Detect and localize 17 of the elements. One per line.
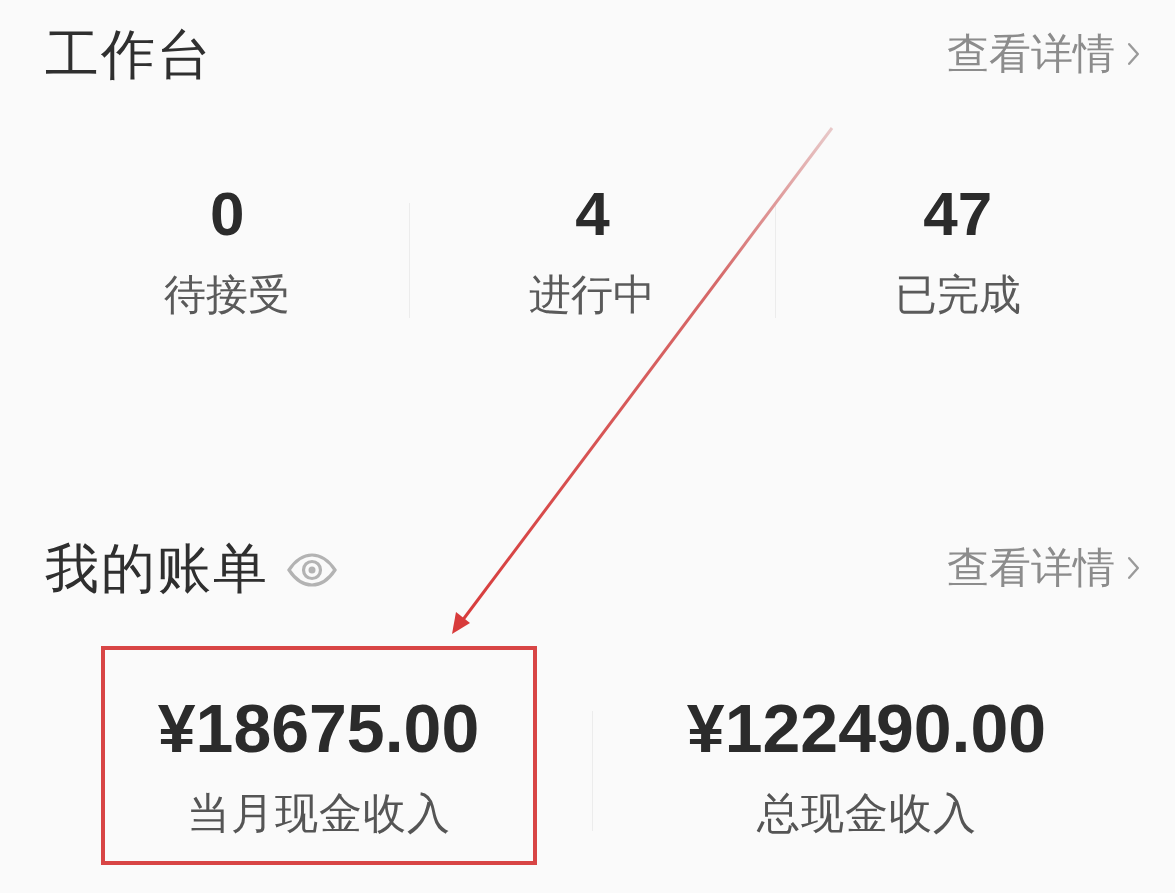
chevron-right-icon: [1127, 556, 1140, 581]
amount-label: 当月现金收入: [186, 792, 451, 836]
amount-value: ¥122490.00: [686, 694, 1047, 763]
section-title: 我的账单: [45, 539, 269, 597]
stat-value: 0: [209, 183, 245, 246]
stat-label: 已完成: [894, 273, 1021, 318]
stat-value: 47: [923, 183, 993, 246]
stat-label: 待接受: [164, 273, 291, 318]
chevron-right-icon: [1127, 42, 1140, 67]
section-title: 工作台: [45, 26, 213, 83]
view-details-link[interactable]: 查看详情: [947, 544, 1140, 592]
amount-label: 总现金收入: [756, 792, 977, 836]
view-details-link[interactable]: 查看详情: [947, 31, 1140, 78]
stat-value: 4: [575, 183, 610, 246]
stat-label: 进行中: [529, 273, 656, 318]
eye-icon[interactable]: [287, 553, 337, 588]
amount-value: ¥18675.00: [157, 694, 480, 763]
